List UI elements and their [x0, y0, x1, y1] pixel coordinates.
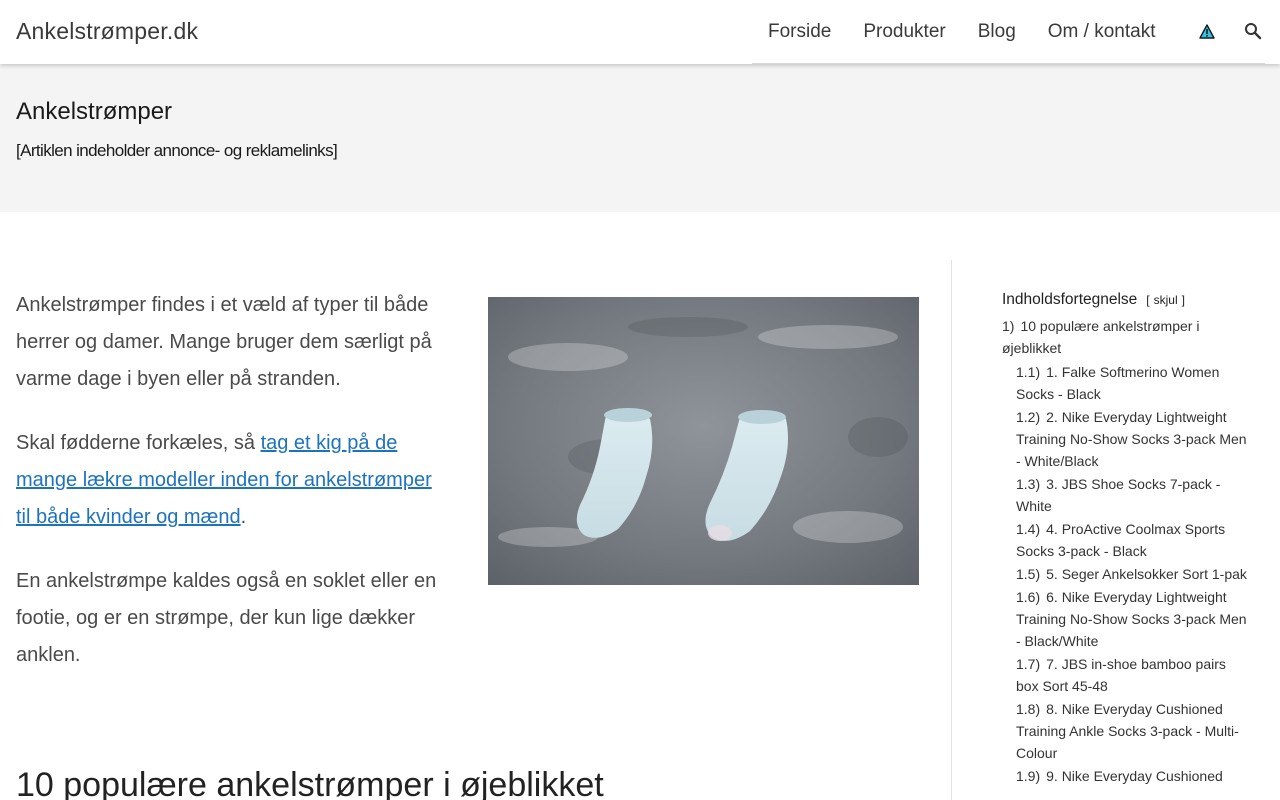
main-nav: Forside Produkter Blog Om / kontakt — [752, 0, 1265, 64]
section-heading: 10 populære ankelstrømper i øjeblikket — [16, 766, 604, 800]
toc-item-text[interactable]: 10 populære ankelstrømper i øjeblikket — [1002, 318, 1199, 356]
toc-item-number: 1.5) — [1016, 566, 1041, 582]
nav-item-forside[interactable]: Forside — [768, 21, 831, 43]
toc-item-number: 1.9) — [1016, 768, 1041, 784]
toc-item-number: 1.6) — [1016, 589, 1041, 605]
cta-text: Skal fødderne forkæles, så — [16, 432, 261, 454]
toc-item-text[interactable]: 6. Nike Everyday Lightweight Training No… — [1016, 589, 1247, 649]
toc-item-text[interactable]: 3. JBS Shoe Socks 7-pack - White — [1016, 476, 1220, 514]
toc-toggle-label[interactable]: skjul — [1154, 293, 1178, 307]
toc-item[interactable]: 1.7) 7. JBS in-shoe bamboo pairs box Sort… — [1002, 653, 1252, 697]
toc-item-number: 1.8) — [1016, 701, 1041, 717]
toc-item-number: 1.2) — [1016, 409, 1041, 425]
toc-item-text[interactable]: 7. JBS in-shoe bamboo pairs box Sort 45-… — [1016, 656, 1226, 694]
toc-item-number: 1.7) — [1016, 656, 1041, 672]
page-title-band: Ankelstrømper [Artiklen indeholder annon… — [0, 64, 1280, 212]
toc-item-text[interactable]: 4. ProActive Coolmax Sports Socks 3-pack… — [1016, 521, 1225, 559]
article-content: Ankelstrømper findes i et væld af typer … — [16, 287, 446, 701]
cta-paragraph: Skal fødderne forkæles, så tag et kig på… — [16, 425, 446, 536]
site-header: Ankelstrømper.dk Forside Produkter Blog … — [0, 0, 1280, 64]
toc-item-text[interactable]: 5. Seger Ankelsokker Sort 1-pak — [1046, 566, 1247, 582]
warning-icon[interactable] — [1196, 20, 1218, 42]
search-icon[interactable] — [1242, 20, 1264, 42]
toc-item[interactable]: 1.6) 6. Nike Everyday Lightweight Trainin… — [1002, 586, 1252, 652]
intro-paragraph: Ankelstrømper findes i et væld af typer … — [16, 294, 432, 390]
nav-item-blog[interactable]: Blog — [978, 21, 1016, 43]
nav-item-produkter[interactable]: Produkter — [863, 21, 945, 43]
toc-toggle[interactable]: [ skjul] — [1146, 293, 1185, 307]
toc-item[interactable]: 1.4) 4. ProActive Coolmax Sports Socks 3-… — [1002, 518, 1252, 562]
toc-item[interactable]: 1.2) 2. Nike Everyday Lightweight Trainin… — [1002, 406, 1252, 472]
page-title: Ankelstrømper — [16, 98, 173, 125]
toc-header: Indholdsfortegnelse [ skjul] — [1002, 291, 1252, 309]
toc-toggle-close: ] — [1181, 293, 1185, 307]
toc-item[interactable]: 1.9) 9. Nike Everyday Cushioned — [1002, 765, 1252, 787]
toc-item-number: 1.1) — [1016, 364, 1041, 380]
toc-item-number: 1.3) — [1016, 476, 1041, 492]
sidebar-divider — [951, 260, 952, 800]
toc-item[interactable]: 1.1) 1. Falke Softmerino Women Socks - Bl… — [1002, 361, 1252, 405]
site-title-link[interactable]: Ankelstrømper.dk — [16, 18, 198, 45]
toc-item[interactable]: 1) 10 populære ankelstrømper i øjeblikket — [1002, 315, 1252, 359]
toc-list: 1) 10 populære ankelstrømper i øjeblikket… — [1002, 315, 1252, 787]
toc-item[interactable]: 1.3) 3. JBS Shoe Socks 7-pack - White — [1002, 473, 1252, 517]
nav-item-om-kontakt[interactable]: Om / kontakt — [1048, 21, 1156, 43]
table-of-contents: Indholdsfortegnelse [ skjul] 1) 10 populær… — [1002, 291, 1252, 788]
toc-item-text[interactable]: 8. Nike Everyday Cushioned Training Ankl… — [1016, 701, 1239, 761]
toc-item-text[interactable]: 9. Nike Everyday Cushioned — [1046, 768, 1223, 784]
toc-item[interactable]: 1.5) 5. Seger Ankelsokker Sort 1-pak — [1002, 563, 1252, 585]
cta-period: . — [240, 506, 247, 528]
toc-item-number: 1) — [1002, 318, 1015, 334]
toc-item[interactable]: 1.8) 8. Nike Everyday Cushioned Training … — [1002, 698, 1252, 764]
definition-paragraph: En ankelstrømpe kaldes også en soklet el… — [16, 570, 437, 666]
toc-item-text[interactable]: 1. Falke Softmerino Women Socks - Black — [1016, 364, 1219, 402]
toc-item-text[interactable]: 2. Nike Everyday Lightweight Training No… — [1016, 409, 1247, 469]
ad-disclaimer: [Artiklen indeholder annonce- og reklame… — [16, 141, 338, 160]
toc-item-number: 1.4) — [1016, 521, 1041, 537]
toc-toggle-open: [ — [1146, 293, 1150, 307]
toc-title: Indholdsfortegnelse — [1002, 291, 1138, 308]
ankle-socks-image — [488, 297, 919, 585]
